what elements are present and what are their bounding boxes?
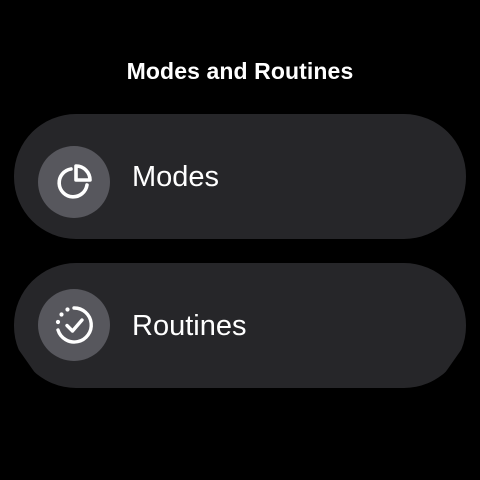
modes-icon-background [38, 146, 110, 218]
modes-pie-icon [57, 164, 92, 199]
modes-button[interactable]: Modes [14, 114, 466, 239]
routines-button[interactable]: Routines [14, 263, 466, 388]
routine-check-icon [55, 306, 93, 344]
modes-label: Modes [132, 161, 220, 193]
routines-icon-background [38, 289, 110, 361]
page-title: Modes and Routines [126, 58, 354, 84]
routines-label: Routines [132, 310, 247, 342]
